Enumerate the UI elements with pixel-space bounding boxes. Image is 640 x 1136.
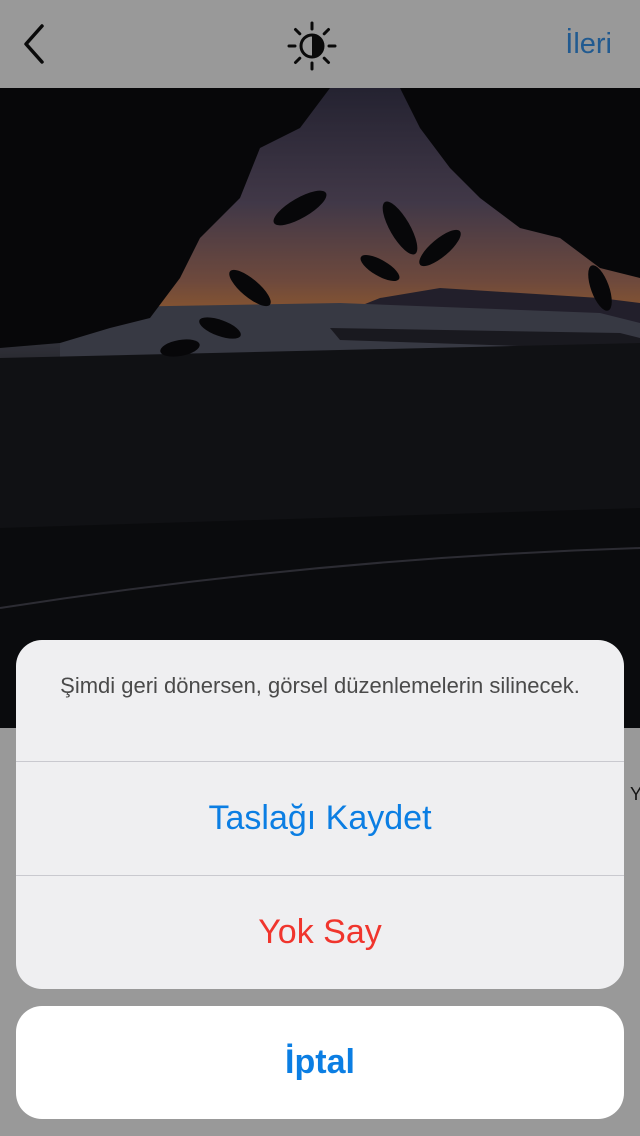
action-sheet-message: Şimdi geri dönersen, görsel düzenlemeler… <box>60 673 580 698</box>
save-draft-button[interactable]: Taslağı Kaydet <box>16 762 624 875</box>
cancel-button[interactable]: İptal <box>16 1006 624 1119</box>
discard-button[interactable]: Yok Say <box>16 876 624 989</box>
action-sheet: Şimdi geri dönersen, görsel düzenlemeler… <box>16 640 624 989</box>
